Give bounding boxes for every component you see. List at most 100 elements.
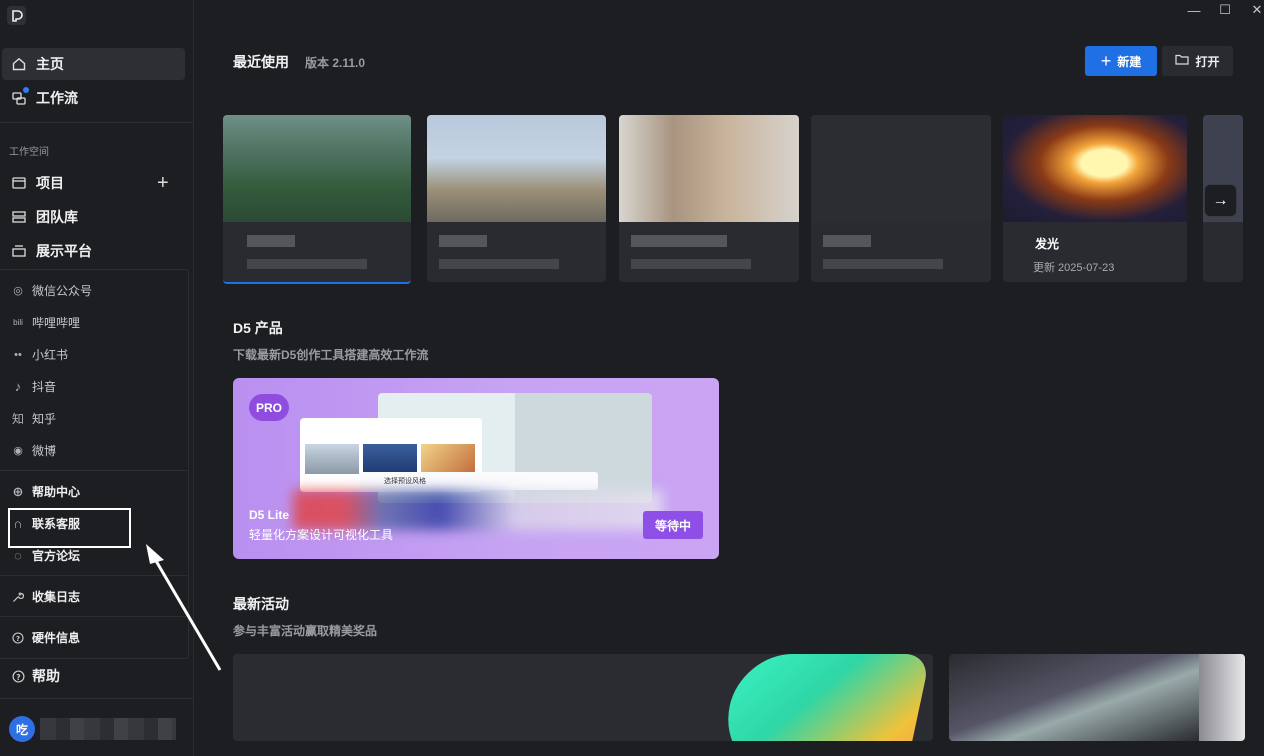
help-center-label: 帮助中心 bbox=[32, 485, 81, 499]
app-logo-icon[interactable] bbox=[7, 6, 26, 25]
banner-product-desc: 轻量化方案设计可视化工具 bbox=[249, 528, 394, 542]
nav-workflow[interactable]: 工作流 bbox=[2, 82, 185, 114]
nav-home-label: 主页 bbox=[36, 56, 64, 72]
project-thumbnail bbox=[811, 115, 991, 222]
project-title: 发光 bbox=[1035, 237, 1060, 251]
preset-style-label: 选择预设风格 bbox=[384, 478, 426, 485]
social-item-bilibili[interactable]: bili 哔哩哔哩 bbox=[10, 314, 80, 331]
project-title-redacted bbox=[247, 235, 295, 247]
help-center-item[interactable]: ⊕ 帮助中心 bbox=[10, 483, 80, 500]
activity-image-fade bbox=[1199, 654, 1245, 741]
open-button-label: 打开 bbox=[1195, 54, 1220, 69]
recent-project-card[interactable]: 发光 更新 2025-07-23 bbox=[1003, 115, 1187, 282]
social-label: 微博 bbox=[32, 444, 57, 458]
help-item[interactable]: ? 帮助 bbox=[10, 666, 60, 686]
annotation-arrow bbox=[146, 544, 222, 671]
nav-showcase[interactable]: 展示平台 bbox=[2, 235, 185, 267]
minimize-button[interactable]: — bbox=[1178, 0, 1210, 20]
banner-preview-toolbar: 选择预设风格 bbox=[360, 472, 598, 490]
collect-logs-label: 收集日志 bbox=[32, 590, 81, 604]
avatar[interactable]: 吃 bbox=[9, 716, 35, 742]
nav-workflow-label: 工作流 bbox=[36, 90, 78, 106]
social-item-wechat[interactable]: ◎ 微信公众号 bbox=[10, 282, 92, 299]
showcase-icon bbox=[10, 242, 28, 260]
open-button[interactable]: 打开 bbox=[1162, 46, 1233, 76]
divider bbox=[0, 698, 193, 699]
recent-project-card[interactable] bbox=[427, 115, 606, 282]
plus-icon: + bbox=[1100, 51, 1112, 71]
annotation-highlight-box bbox=[8, 508, 131, 548]
username-redacted bbox=[40, 718, 176, 740]
notification-dot bbox=[23, 87, 29, 93]
project-thumbnail bbox=[427, 115, 606, 222]
maximize-button[interactable]: ☐ bbox=[1209, 0, 1241, 20]
help-center-icon: ⊕ bbox=[12, 483, 24, 499]
nav-home[interactable]: 主页 bbox=[2, 48, 185, 80]
project-thumbnail bbox=[619, 115, 799, 222]
waiting-button[interactable]: 等待中 bbox=[643, 511, 703, 539]
official-forum-item[interactable]: ◌ 官方论坛 bbox=[10, 547, 80, 564]
social-item-douyin[interactable]: ♪ 抖音 bbox=[10, 378, 56, 395]
activity-card[interactable] bbox=[233, 654, 933, 741]
project-title-redacted bbox=[823, 235, 871, 247]
bilibili-icon: bili bbox=[13, 318, 23, 327]
social-item-weibo[interactable]: ◉ 微博 bbox=[10, 442, 56, 459]
social-label: 小红书 bbox=[32, 348, 69, 362]
project-date-redacted bbox=[247, 259, 367, 269]
recent-project-card[interactable] bbox=[619, 115, 799, 282]
social-label: 微信公众号 bbox=[32, 284, 93, 298]
new-button[interactable]: + 新建 bbox=[1085, 46, 1157, 76]
add-project-icon[interactable]: + bbox=[157, 172, 169, 195]
pro-badge: PRO bbox=[249, 394, 289, 421]
activity-card[interactable] bbox=[949, 654, 1245, 741]
nav-projects-label: 项目 bbox=[36, 175, 64, 191]
recent-title: 最近使用 bbox=[233, 54, 289, 70]
recent-project-card[interactable] bbox=[223, 115, 411, 284]
forum-icon: ◌ bbox=[14, 548, 22, 563]
version-label: 版本 2.11.0 bbox=[305, 56, 366, 70]
recent-project-card[interactable] bbox=[811, 115, 991, 282]
social-label: 抖音 bbox=[32, 380, 57, 394]
nav-team-library[interactable]: 团队库 bbox=[2, 201, 185, 233]
new-button-label: 新建 bbox=[1117, 54, 1142, 69]
help-label: 帮助 bbox=[32, 668, 60, 684]
svg-text:?: ? bbox=[16, 672, 20, 681]
project-date-redacted bbox=[823, 259, 943, 269]
activities-subtitle: 参与丰富活动赢取精美奖品 bbox=[233, 624, 378, 638]
project-date: 更新 2025-07-23 bbox=[1033, 262, 1115, 274]
douyin-icon: ♪ bbox=[14, 379, 22, 394]
hardware-info-item[interactable]: ? 硬件信息 bbox=[10, 629, 80, 646]
activity-image bbox=[949, 654, 1199, 741]
social-item-zhihu[interactable]: 知 知乎 bbox=[10, 410, 56, 427]
project-title-redacted bbox=[631, 235, 727, 247]
nav-showcase-label: 展示平台 bbox=[36, 243, 92, 259]
svg-text:?: ? bbox=[16, 635, 20, 643]
xiaohongshu-icon: •• bbox=[14, 348, 22, 361]
home-icon bbox=[10, 55, 28, 73]
nav-team-library-label: 团队库 bbox=[36, 209, 78, 225]
divider bbox=[0, 122, 193, 123]
wrench-icon bbox=[10, 591, 26, 603]
project-title-redacted bbox=[439, 235, 487, 247]
products-title: D5 产品 bbox=[233, 320, 283, 336]
zhihu-icon: 知 bbox=[11, 412, 24, 426]
next-arrow-button[interactable]: → bbox=[1204, 184, 1237, 217]
workflow-icon bbox=[10, 87, 29, 107]
question-icon: ? bbox=[10, 631, 26, 644]
activities-title: 最新活动 bbox=[233, 596, 289, 612]
nav-projects[interactable]: 项目 + bbox=[2, 167, 185, 199]
close-button[interactable]: ✕ bbox=[1241, 0, 1264, 20]
divider bbox=[0, 470, 188, 471]
social-item-xiaohongshu[interactable]: •• 小红书 bbox=[10, 346, 68, 363]
social-label: 哔哩哔哩 bbox=[32, 316, 81, 330]
project-thumbnail bbox=[223, 115, 411, 222]
project-icon bbox=[10, 174, 28, 192]
folder-icon bbox=[1175, 54, 1190, 68]
weibo-icon: ◉ bbox=[13, 445, 23, 457]
library-icon bbox=[10, 208, 28, 226]
social-label: 知乎 bbox=[32, 412, 57, 426]
project-date-redacted bbox=[439, 259, 559, 269]
activity-graphic bbox=[715, 654, 931, 741]
collect-logs-item[interactable]: 收集日志 bbox=[10, 588, 80, 605]
hardware-info-label: 硬件信息 bbox=[32, 631, 81, 645]
